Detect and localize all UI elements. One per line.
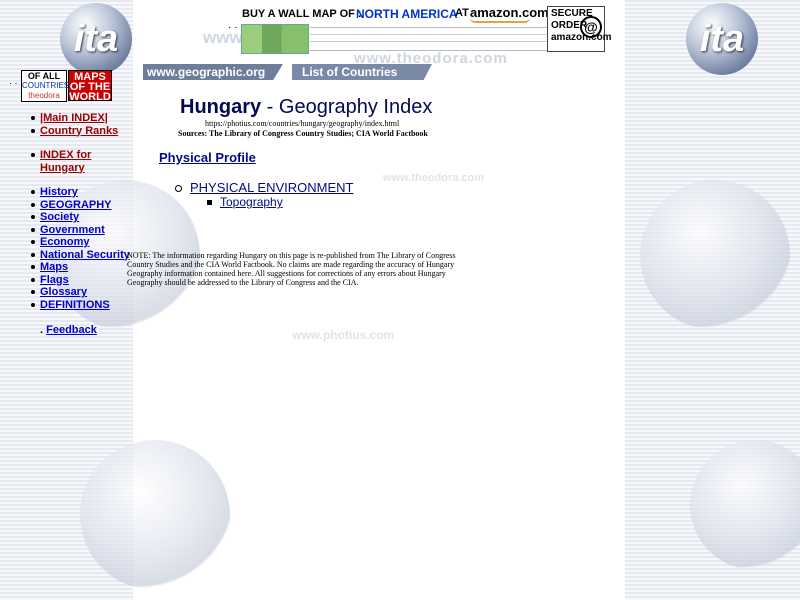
sidebar-link[interactable]: Maps [40,261,68,273]
tab-label: www.geographic.org [147,65,266,79]
list-item: Topography [207,195,283,209]
banner-lines [310,27,547,51]
sidebar-item-national-security[interactable]: National Security [30,249,130,262]
logo-text: ita [699,17,745,60]
sidebar-item-geography[interactable]: GEOGRAPHY [30,199,130,212]
all-countries-logo[interactable]: OF ALL COUNTRIES theodora [21,70,70,102]
sidebar-item-economy[interactable]: Economy [30,236,130,249]
amazon-smile [470,18,530,23]
tab-list-of-countries[interactable]: List of Countries [292,64,432,80]
sidebar-item-index-hungary[interactable]: INDEX for Hungary [30,149,130,174]
sidebar-link[interactable]: History [40,186,78,198]
globe-watermark [80,440,230,590]
bullet-icon [207,200,212,206]
sidebar-item-flags[interactable]: Flags [30,274,130,287]
sidebar-link[interactable]: Society [40,211,79,223]
sidebar-link[interactable]: |Main INDEX| [40,112,108,124]
sidebar-item-society[interactable]: Society [30,211,130,224]
sidebar-item-history[interactable]: History [30,186,130,199]
logo-line: WORLD [69,91,111,103]
logo-line: OF ALL [27,71,61,81]
north-america-map-thumbnail[interactable] [241,24,309,54]
sidebar-link[interactable]: National Security [40,249,130,261]
logo-text: ita [73,17,119,60]
dots: · · [9,78,18,88]
globe-watermark [640,180,790,330]
sidebar-link[interactable]: Country Ranks [40,125,118,137]
sidebar-link[interactable]: INDEX for Hungary [40,149,91,174]
sidebar: |Main INDEX| Country Ranks INDEX for Hun… [30,112,130,311]
ita-logo-right[interactable]: ita [686,3,758,75]
banner-buy-text: BUY A WALL MAP OF : [242,8,362,20]
ita-logo[interactable]: ita [60,3,132,75]
feedback-link[interactable]: Feedback [46,324,97,336]
banner-region: NORTH AMERICA [356,7,458,21]
physical-environment-link[interactable]: PHYSICAL ENVIRONMENT [190,180,354,195]
bullet-icon [175,185,182,193]
sidebar-item-country-ranks[interactable]: Country Ranks [30,125,130,138]
sidebar-item-definitions[interactable]: DEFINITIONS [30,299,130,312]
banner-at: AT [455,7,469,19]
sidebar-link[interactable]: GEOGRAPHY [40,199,112,211]
watermark: www.theodora.com [383,172,485,184]
secure-order-button[interactable]: SECURE ORDER amazon.com @ [547,6,612,52]
sidebar-link[interactable]: Flags [40,274,69,286]
sidebar-link[interactable]: DEFINITIONS [40,299,110,311]
feedback-prefix: . [40,324,44,336]
maps-of-the-world-logo[interactable]: MAPS OF THE WORLD [68,70,112,103]
sources-line: Sources: The Library of Congress Country… [178,129,428,138]
page-url: https://photius.com/countries/hungary/ge… [205,119,400,128]
page-title: Hungary - Geography Index [180,96,432,119]
sidebar-item-government[interactable]: Government [30,224,130,237]
sidebar-item-main-index[interactable]: |Main INDEX| [30,112,130,125]
topography-link[interactable]: Topography [220,195,283,209]
watermark: www [203,28,243,47]
sidebar-link[interactable]: Government [40,224,105,236]
at-icon: @ [580,16,602,38]
sidebar-link[interactable]: Economy [40,236,90,248]
section-physical-profile[interactable]: Physical Profile [159,150,256,165]
tab-geographic-org[interactable]: www.geographic.org [143,64,283,80]
sidebar-link[interactable]: Glossary [40,286,87,298]
list-item: PHYSICAL ENVIRONMENT [175,180,354,195]
watermark: www.photius.com [292,328,395,342]
title-country: Hungary [180,96,262,118]
disclaimer-note: NOTE: The information regarding Hungary … [127,251,456,287]
sidebar-item-maps[interactable]: Maps [30,261,130,274]
feedback-row: . Feedback [40,324,97,336]
logo-line: COUNTRIES [22,81,70,90]
logo-line: theodora [28,91,60,100]
tab-label: List of Countries [302,65,398,79]
title-rest: - Geography Index [261,96,433,118]
sidebar-item-glossary[interactable]: Glossary [30,286,130,299]
